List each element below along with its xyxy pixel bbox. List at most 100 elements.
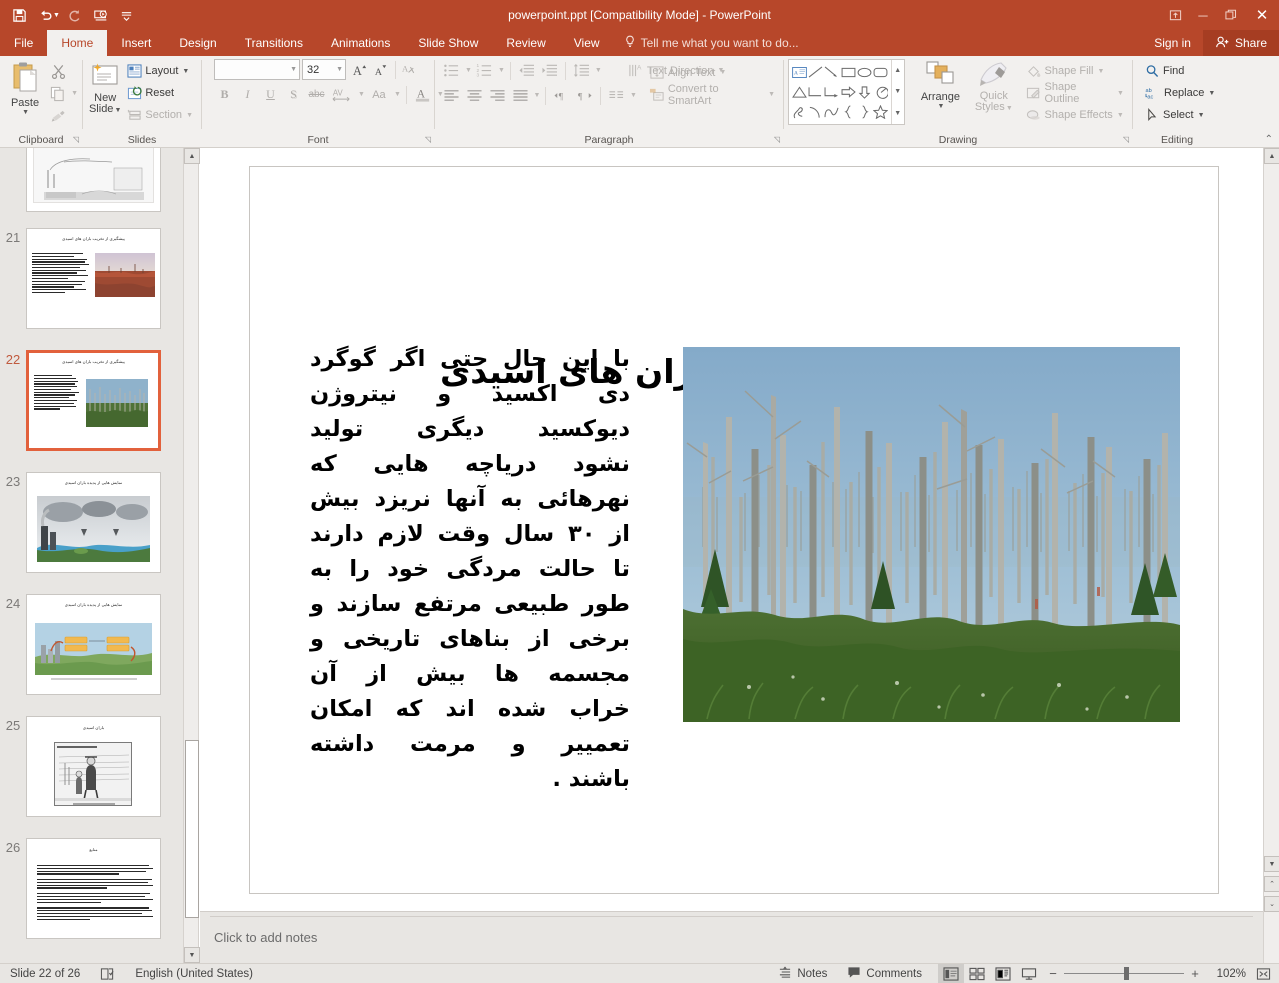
thumb-scroll-handle[interactable] — [185, 740, 199, 918]
tab-review[interactable]: Review — [492, 30, 559, 56]
text-shadow-button[interactable]: S — [283, 84, 304, 105]
font-name-dropdown-icon[interactable]: ▼ — [290, 66, 297, 73]
close-icon[interactable]: ✕ — [1245, 2, 1279, 28]
slide-image-dead-forest[interactable] — [683, 347, 1180, 722]
shape-arrow-icon[interactable] — [824, 62, 840, 82]
shape-freeform-icon[interactable] — [791, 102, 807, 122]
slide-area-scrollbar[interactable]: ▲ ▼ ⌃ ⌄ — [1263, 148, 1279, 963]
spell-check-icon[interactable] — [90, 964, 125, 983]
gallery-scroll-up-icon[interactable]: ▲ — [892, 60, 904, 81]
new-slide-button[interactable]: New Slide▼ — [87, 59, 123, 116]
paste-button[interactable]: Paste ▼ — [4, 59, 46, 116]
tab-file[interactable]: File — [0, 30, 48, 56]
language-indicator[interactable]: English (United States) — [125, 964, 263, 983]
view-normal-button[interactable] — [938, 963, 964, 983]
notes-toggle-button[interactable]: Notes — [768, 964, 837, 983]
tab-design[interactable]: Design — [165, 30, 230, 56]
shape-rounded-rectangle-icon[interactable] — [872, 62, 888, 82]
italic-button[interactable]: I — [237, 84, 258, 105]
increase-font-size-icon[interactable]: A — [350, 59, 371, 80]
shape-left-brace-icon[interactable] — [840, 102, 856, 122]
shape-triangle-icon[interactable] — [791, 82, 807, 102]
share-button[interactable]: Share — [1202, 30, 1279, 56]
notes-placeholder[interactable]: Click to add notes — [214, 930, 317, 945]
copy-icon[interactable] — [46, 83, 70, 104]
line-spacing-icon[interactable] — [571, 60, 592, 81]
shape-down-arrow-icon[interactable] — [856, 82, 872, 102]
tab-slide-show[interactable]: Slide Show — [404, 30, 492, 56]
gallery-more-icon[interactable]: ▼ — [892, 103, 904, 124]
character-spacing-icon[interactable]: AV — [329, 84, 355, 105]
clear-formatting-icon[interactable]: A — [399, 59, 420, 80]
bullets-dropdown-icon[interactable]: ▼ — [465, 67, 472, 74]
font-dialog-launcher[interactable]: ◹ — [425, 132, 431, 147]
select-button[interactable]: Select ▼ — [1141, 104, 1209, 126]
numbering-dropdown-icon[interactable]: ▼ — [498, 67, 505, 74]
shape-elbow-arrow-icon[interactable] — [824, 82, 840, 102]
view-slide-sorter-button[interactable] — [964, 964, 990, 983]
underline-button[interactable]: U — [260, 84, 281, 105]
fit-to-window-button[interactable] — [1246, 964, 1279, 983]
ltr-text-direction-icon[interactable]: ¶ — [551, 85, 572, 106]
minimize-icon[interactable]: ─ — [1189, 2, 1217, 28]
arrange-button[interactable]: Arrange ▼ — [913, 59, 968, 110]
shape-line-icon[interactable] — [807, 62, 823, 82]
zoom-slider[interactable]: − + — [1042, 966, 1206, 981]
tab-insert[interactable]: Insert — [107, 30, 165, 56]
view-slide-show-button[interactable] — [1016, 964, 1042, 983]
ribbon-display-options-icon[interactable] — [1161, 2, 1189, 28]
shape-right-brace-icon[interactable] — [856, 102, 872, 122]
layout-dropdown-icon[interactable]: ▼ — [182, 68, 189, 75]
font-size-dropdown-icon[interactable]: ▼ — [336, 66, 343, 73]
clipboard-dialog-launcher[interactable]: ◹ — [73, 132, 79, 147]
paragraph-dialog-launcher[interactable]: ◹ — [774, 132, 780, 147]
shape-ellipse-icon[interactable] — [856, 62, 872, 82]
tab-animations[interactable]: Animations — [317, 30, 404, 56]
decrease-indent-icon[interactable] — [516, 60, 537, 81]
thumbnail-slide-23[interactable]: نمایش هایی از پدیده باران اسیدی — [26, 472, 161, 573]
numbering-icon[interactable]: 123 — [474, 60, 495, 81]
select-dropdown-icon[interactable]: ▼ — [1198, 112, 1205, 119]
bullets-icon[interactable] — [441, 60, 462, 81]
thumbnail-slide-24[interactable]: نمایش هایی از پدیده باران اسیدی — [26, 594, 161, 695]
previous-slide-icon[interactable]: ⌃ — [1264, 876, 1279, 892]
zoom-level[interactable]: 102% — [1206, 968, 1246, 980]
drawing-dialog-launcher[interactable]: ◹ — [1123, 132, 1129, 147]
thumb-scroll-down-icon[interactable]: ▼ — [184, 947, 200, 963]
notes-pane[interactable]: Click to add notes — [200, 911, 1263, 963]
arrange-dropdown-icon[interactable]: ▼ — [937, 103, 944, 110]
change-case-button[interactable]: Aa — [367, 84, 391, 105]
shape-pie-icon[interactable] — [872, 82, 888, 102]
character-spacing-dropdown-icon[interactable]: ▼ — [358, 91, 365, 98]
align-dropdown-icon[interactable]: ▼ — [533, 92, 540, 99]
shape-textbox-icon[interactable]: A — [791, 62, 807, 82]
thumbnail-pane-scrollbar[interactable]: ▲ ▼ — [183, 148, 200, 963]
slide-scroll-down-icon[interactable]: ▼ — [1264, 856, 1279, 872]
sign-in-button[interactable]: Sign in — [1142, 36, 1203, 50]
slide-indicator[interactable]: Slide 22 of 26 — [0, 964, 90, 983]
shape-elbow-connector-icon[interactable] — [807, 82, 823, 102]
font-name-input[interactable]: ▼ — [214, 59, 300, 80]
reset-button[interactable]: Reset — [123, 82, 197, 104]
tab-home[interactable]: Home — [47, 30, 108, 56]
font-size-input[interactable]: 32 ▼ — [302, 59, 346, 80]
next-slide-icon[interactable]: ⌄ — [1264, 896, 1279, 912]
change-case-dropdown-icon[interactable]: ▼ — [394, 91, 401, 98]
format-painter-icon[interactable] — [46, 105, 70, 126]
zoom-handle[interactable] — [1124, 967, 1129, 980]
tab-transitions[interactable]: Transitions — [231, 30, 317, 56]
align-center-icon[interactable] — [464, 85, 485, 106]
view-reading-button[interactable] — [990, 964, 1016, 983]
increase-indent-icon[interactable] — [539, 60, 560, 81]
zoom-out-button[interactable]: − — [1048, 966, 1058, 981]
align-left-icon[interactable] — [441, 85, 462, 106]
thumbnail-slide-25[interactable]: باران اسیدی — [26, 716, 161, 817]
shape-gallery[interactable]: A ▲ ▼ ▼ — [788, 59, 905, 125]
tell-me-search[interactable]: Tell me what you want to do... — [614, 30, 809, 56]
columns-dropdown-icon[interactable]: ▼ — [630, 92, 637, 99]
align-right-icon[interactable] — [487, 85, 508, 106]
strikethrough-button[interactable]: abc — [306, 84, 327, 105]
zoom-in-button[interactable]: + — [1190, 966, 1200, 981]
slide-thumbnail-pane[interactable]: 20 21 پیشگیری از ت — [0, 148, 183, 963]
thumbnail-slide-26[interactable]: منابع — [26, 838, 161, 939]
